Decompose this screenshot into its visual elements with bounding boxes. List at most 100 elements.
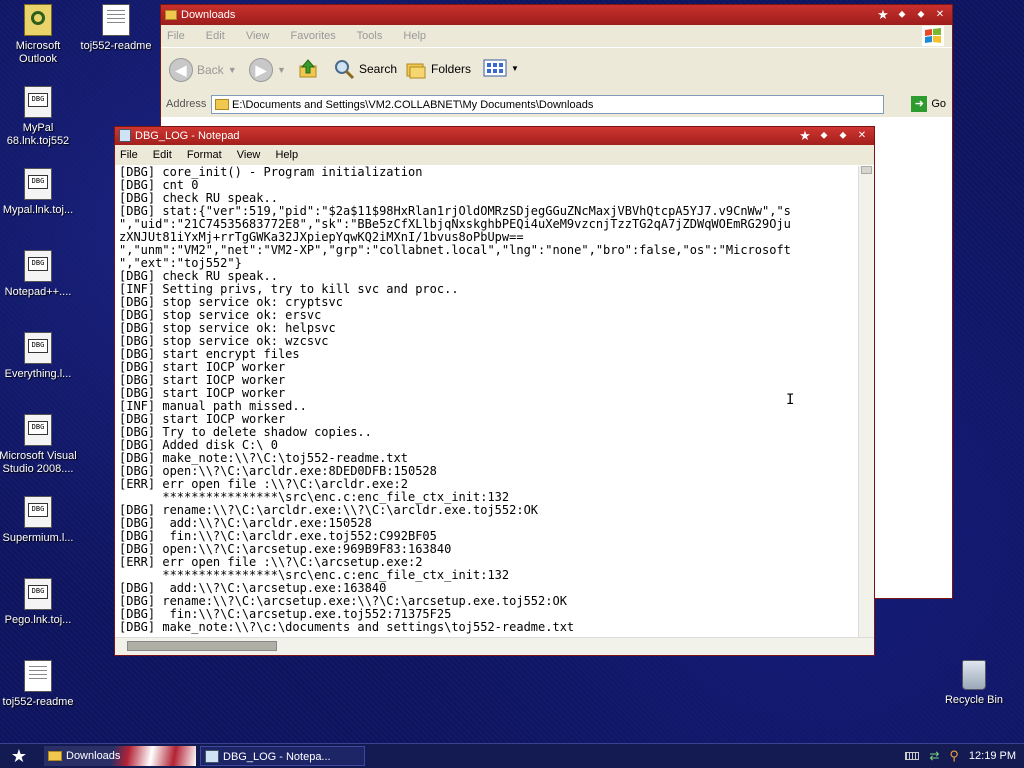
text-cursor-icon: I [786, 392, 795, 408]
menu-edit[interactable]: Edit [153, 149, 172, 161]
forward-arrow-icon: ▶ [249, 58, 273, 82]
notepad-icon [205, 750, 219, 763]
folder-icon [48, 751, 62, 761]
log-line: [DBG] make_note:\\?\c:\documents and set… [119, 620, 575, 634]
desktop-icon-mypal[interactable]: DBG Mypal.lnk.toj... [0, 168, 78, 217]
views-icon [483, 59, 507, 77]
back-button[interactable]: ◀ Back ▼ [169, 58, 237, 82]
notepad-window[interactable]: DBG_LOG - Notepad ★ ⬥ ⬥ ✕ File Edit Form… [114, 126, 875, 656]
menu-tools[interactable]: Tools [357, 30, 383, 42]
pin-icon[interactable]: ★ [875, 7, 891, 22]
folder-icon [165, 10, 177, 20]
go-button[interactable]: ➜ Go [911, 96, 946, 112]
desktop-icon-label: Supermium.l... [2, 532, 74, 544]
taskbar-item-label: Downloads [66, 750, 121, 762]
address-value: E:\Documents and Settings\VM2.COLLABNET\… [232, 99, 594, 111]
back-arrow-icon: ◀ [169, 58, 193, 82]
desktop-icon-pego[interactable]: DBG Pego.lnk.toj... [0, 578, 78, 627]
desktop-icon-label: Notepad++.... [4, 286, 72, 298]
clock[interactable]: 12:19 PM [969, 750, 1016, 762]
menu-favorites[interactable]: Favorites [291, 30, 336, 42]
go-label: Go [931, 98, 946, 110]
desktop-icon-everything[interactable]: DBG Everything.l... [0, 332, 78, 381]
taskbar: ★ Downloads DBG_LOG - Notepa... ⇄ ⚲ 12:1… [0, 743, 1024, 768]
dbg-file-icon: DBG [24, 168, 52, 200]
go-arrow-icon: ➜ [911, 96, 928, 112]
minimize-button[interactable]: ⬥ [816, 128, 832, 143]
desktop-icon-label: Microsoft Visual Studio 2008.... [0, 450, 77, 475]
menu-file[interactable]: File [120, 149, 138, 161]
folders-label: Folders [431, 62, 472, 76]
explorer-title: Downloads [181, 9, 236, 21]
desktop-icon-toj552-readme[interactable]: toj552-readme [76, 4, 156, 53]
taskbar-item-label: DBG_LOG - Notepa... [223, 751, 331, 763]
system-tray: ⇄ ⚲ 12:19 PM [874, 744, 1024, 768]
desktop-icon-mypal68[interactable]: DBG MyPal 68.lnk.toj552 [0, 86, 78, 148]
forward-button[interactable]: ▶ ▼ [249, 58, 286, 82]
dbg-file-icon: DBG [24, 578, 52, 610]
menu-view[interactable]: View [246, 30, 270, 42]
menu-edit[interactable]: Edit [206, 30, 225, 42]
desktop-icon-outlook[interactable]: Microsoft Outlook [0, 4, 78, 66]
up-arrow-icon [299, 59, 317, 78]
dbg-file-icon: DBG [24, 332, 52, 364]
vertical-scrollbar[interactable] [858, 166, 874, 638]
explorer-titlebar[interactable]: Downloads ★ ⬥ ⬥ ✕ [161, 5, 952, 25]
folders-button[interactable]: Folders [405, 58, 471, 80]
star-icon: ★ [10, 745, 28, 766]
recycle-bin-icon [962, 660, 986, 690]
desktop-icon-label: toj552-readme [2, 696, 74, 708]
desktop-icon-toj552-readme-2[interactable]: toj552-readme [0, 660, 78, 709]
folder-icon [215, 99, 229, 110]
pin-icon[interactable]: ★ [797, 128, 813, 143]
notepad-title: DBG_LOG - Notepad [135, 130, 240, 142]
desktop-icon-label: Pego.lnk.toj... [4, 614, 72, 626]
taskbar-item-notepad[interactable]: DBG_LOG - Notepa... [200, 746, 365, 766]
menu-help[interactable]: Help [403, 30, 426, 42]
up-folder-button[interactable] [297, 58, 319, 80]
address-bar: Address E:\Documents and Settings\VM2.CO… [161, 93, 952, 117]
chevron-down-icon: ▼ [227, 65, 237, 75]
desktop-icon-label: toj552-readme [80, 40, 152, 52]
menu-file[interactable]: File [167, 30, 185, 42]
menu-view[interactable]: View [237, 149, 261, 161]
close-button[interactable]: ✕ [932, 7, 948, 22]
scrollbar-thumb[interactable] [127, 641, 277, 651]
search-icon [335, 60, 355, 80]
outlook-icon [24, 4, 52, 36]
desktop-icon-visual-studio[interactable]: DBG Microsoft Visual Studio 2008.... [0, 414, 78, 476]
views-button[interactable]: ▼ [483, 58, 519, 78]
menu-format[interactable]: Format [187, 149, 222, 161]
desktop-icon-recycle-bin[interactable]: Recycle Bin [934, 660, 1014, 707]
desktop-icon-label: Everything.l... [4, 368, 72, 380]
maximize-button[interactable]: ⬥ [913, 7, 929, 22]
dbg-file-icon: DBG [24, 250, 52, 282]
menu-help[interactable]: Help [275, 149, 298, 161]
desktop-icon-label: Mypal.lnk.toj... [2, 204, 74, 216]
taskbar-item-downloads[interactable]: Downloads [44, 746, 196, 766]
desktop-icon-supermium[interactable]: DBG Supermium.l... [0, 496, 78, 545]
maximize-button[interactable]: ⬥ [835, 128, 851, 143]
windows-logo-icon [922, 26, 944, 46]
text-document-icon [24, 660, 52, 692]
back-label: Back [197, 63, 224, 77]
notepad-text-area[interactable]: [DBG] core_init() - Program initializati… [117, 166, 859, 638]
dbg-file-icon: DBG [24, 414, 52, 446]
chevron-down-icon: ▼ [277, 65, 286, 75]
minimize-button[interactable]: ⬥ [894, 7, 910, 22]
notepad-titlebar[interactable]: DBG_LOG - Notepad ★ ⬥ ⬥ ✕ [115, 127, 874, 145]
desktop-icon-notepadpp[interactable]: DBG Notepad++.... [0, 250, 78, 299]
folders-icon [406, 63, 426, 79]
start-button[interactable]: ★ [0, 744, 38, 768]
address-field[interactable]: E:\Documents and Settings\VM2.COLLABNET\… [211, 95, 884, 114]
horizontal-scrollbar[interactable] [115, 637, 874, 655]
scrollbar-thumb[interactable] [861, 166, 872, 174]
network-icon[interactable]: ⇄ [929, 749, 939, 763]
close-button[interactable]: ✕ [854, 128, 870, 143]
search-button[interactable]: Search [333, 58, 397, 80]
search-label: Search [359, 62, 398, 76]
keyboard-icon[interactable] [905, 752, 920, 760]
search-icon[interactable]: ⚲ [949, 748, 959, 764]
text-document-icon [102, 4, 130, 36]
log-line: [DBG] core_init() - Program initializati… [119, 166, 423, 179]
